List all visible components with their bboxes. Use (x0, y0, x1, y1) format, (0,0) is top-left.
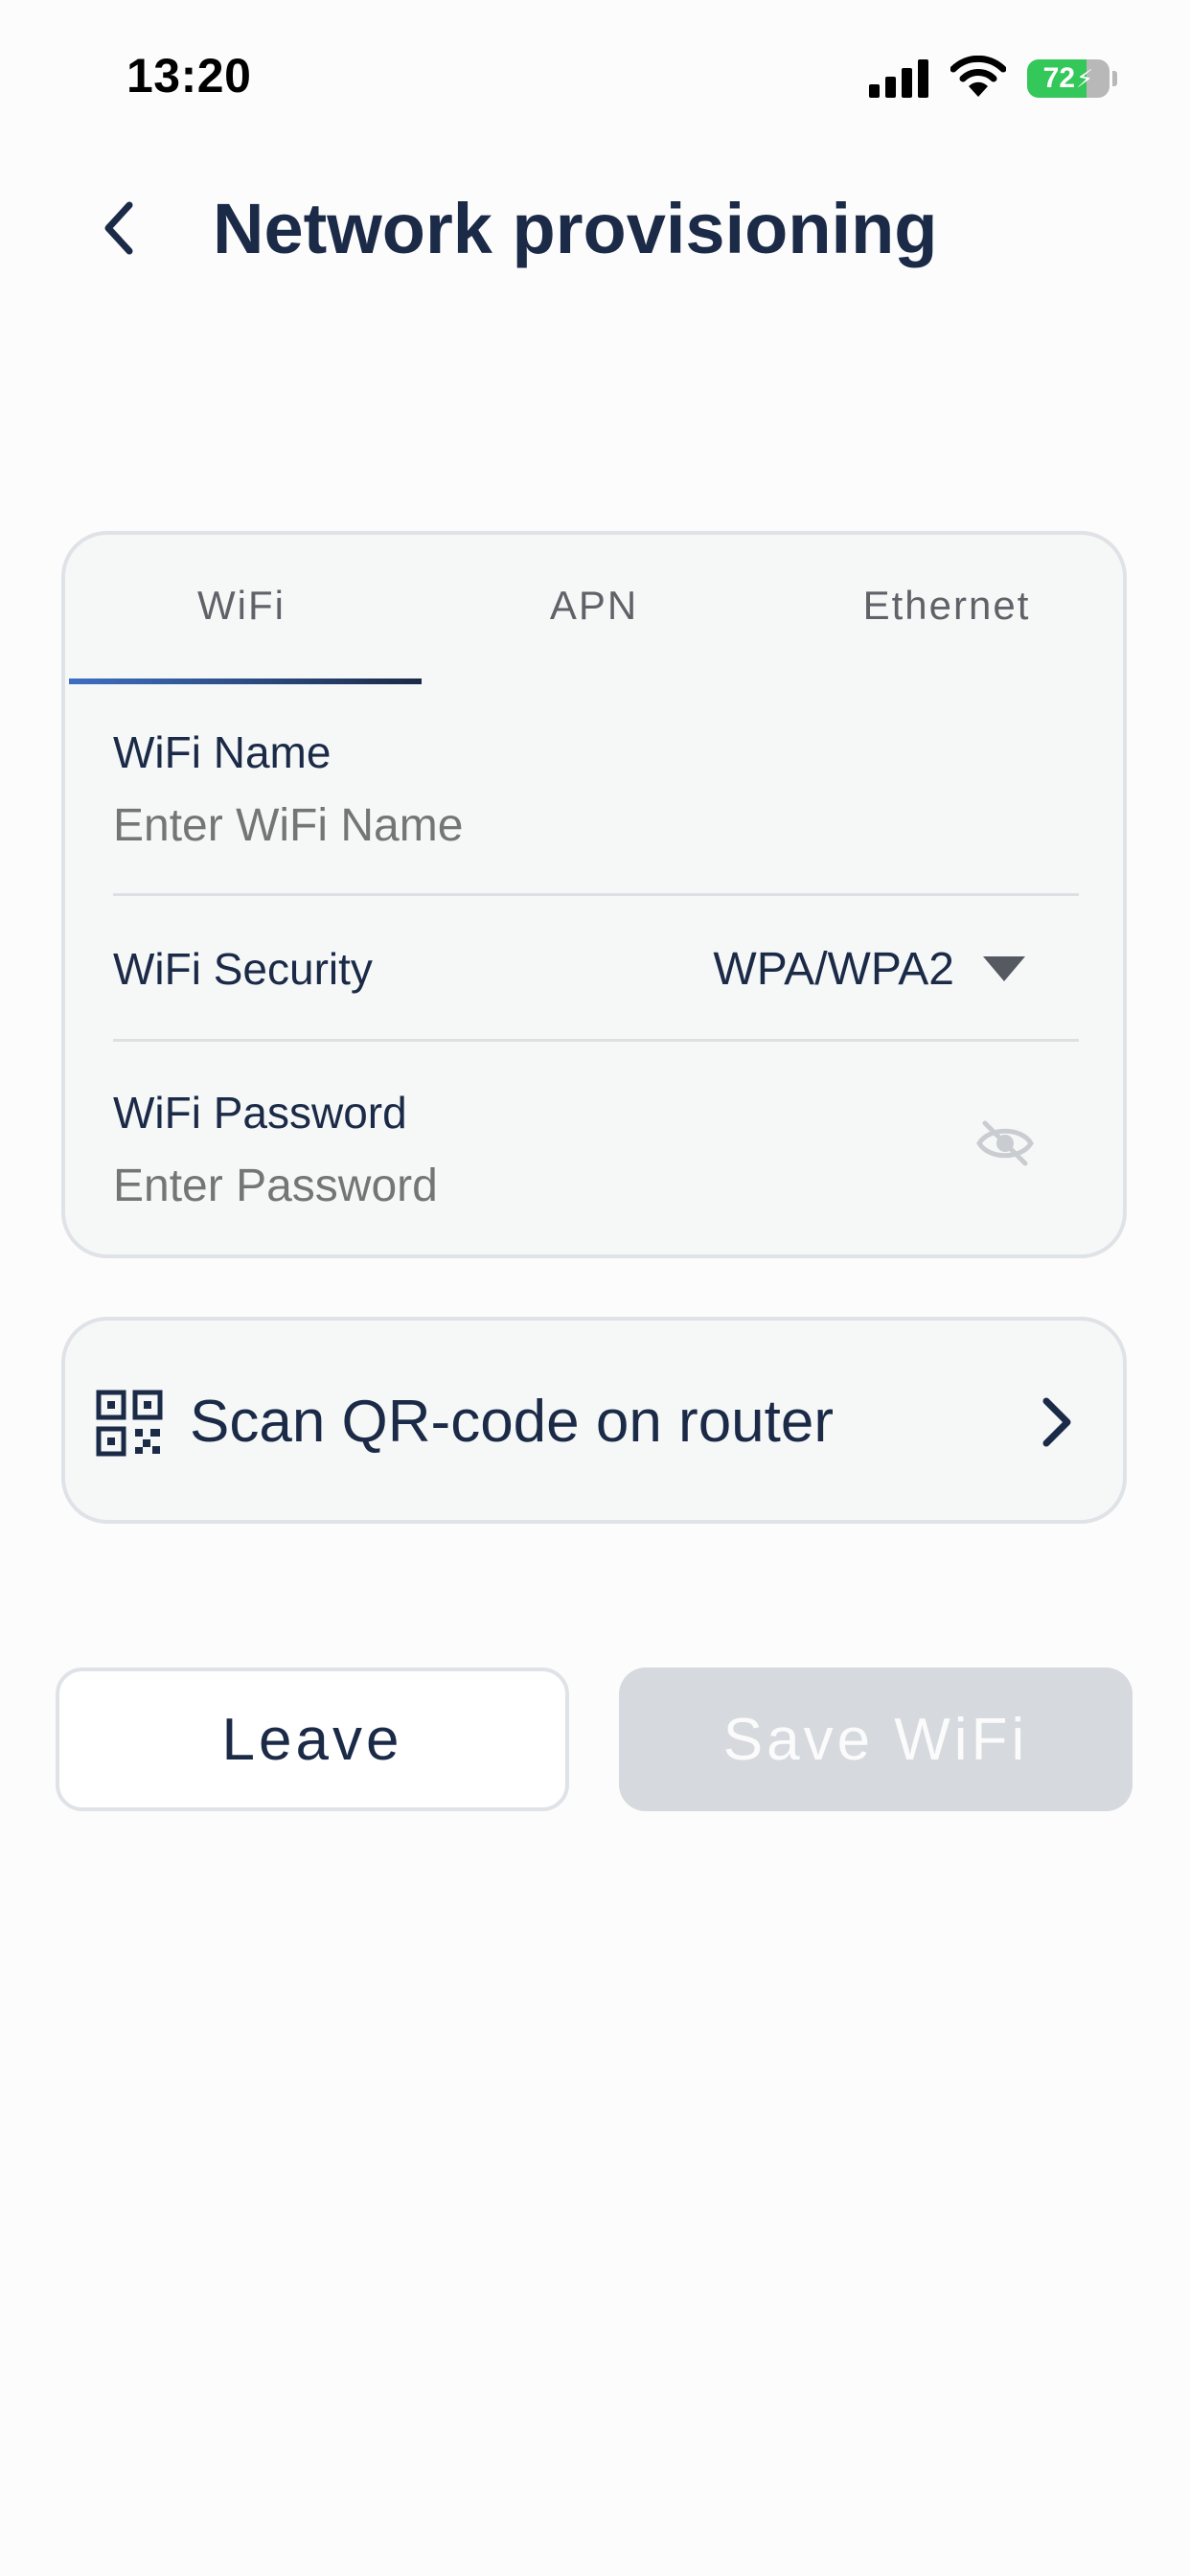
wifi-icon (950, 56, 1006, 97)
status-bar: 13:20 72 ⚡ (0, 0, 1190, 153)
divider (113, 1039, 1079, 1042)
status-time: 13:20 (126, 49, 252, 103)
qr-code-icon (96, 1390, 163, 1457)
wifi-name-input[interactable] (113, 799, 899, 852)
wifi-security-select[interactable]: WPA/WPA2 (713, 943, 954, 996)
active-tab-indicator (69, 678, 422, 684)
eye-off-icon[interactable] (975, 1119, 1035, 1167)
wifi-config-card: WiFi APN Ethernet WiFi Name WiFi Securit… (61, 531, 1127, 1258)
leave-button[interactable]: Leave (56, 1668, 569, 1811)
wifi-name-label: WiFi Name (113, 727, 332, 777)
battery-tip (1112, 71, 1117, 86)
back-button[interactable] (84, 192, 151, 264)
signal-icon (869, 59, 928, 98)
scan-qr-row[interactable]: Scan QR-code on router (61, 1317, 1127, 1524)
wifi-password-label: WiFi Password (113, 1088, 407, 1138)
scan-qr-label: Scan QR-code on router (190, 1389, 835, 1455)
wifi-security-label: WiFi Security (113, 944, 373, 994)
page-title: Network provisioning (213, 189, 938, 268)
battery-level: 72 (1042, 62, 1076, 94)
charging-bolt-icon: ⚡ (1076, 63, 1094, 93)
battery-icon: 72 ⚡ (1027, 59, 1110, 98)
wifi-password-input[interactable] (113, 1160, 899, 1212)
tab-ethernet[interactable]: Ethernet (770, 583, 1123, 629)
back-chevron-icon (104, 201, 133, 255)
divider (113, 893, 1079, 896)
chevron-right-icon (1042, 1397, 1071, 1447)
save-wifi-button[interactable]: Save WiFi (619, 1668, 1133, 1811)
caret-down-icon[interactable] (981, 954, 1027, 983)
tab-wifi[interactable]: WiFi (65, 583, 418, 629)
tab-apn[interactable]: APN (418, 583, 770, 629)
network-type-tabs: WiFi APN Ethernet (65, 535, 1123, 686)
